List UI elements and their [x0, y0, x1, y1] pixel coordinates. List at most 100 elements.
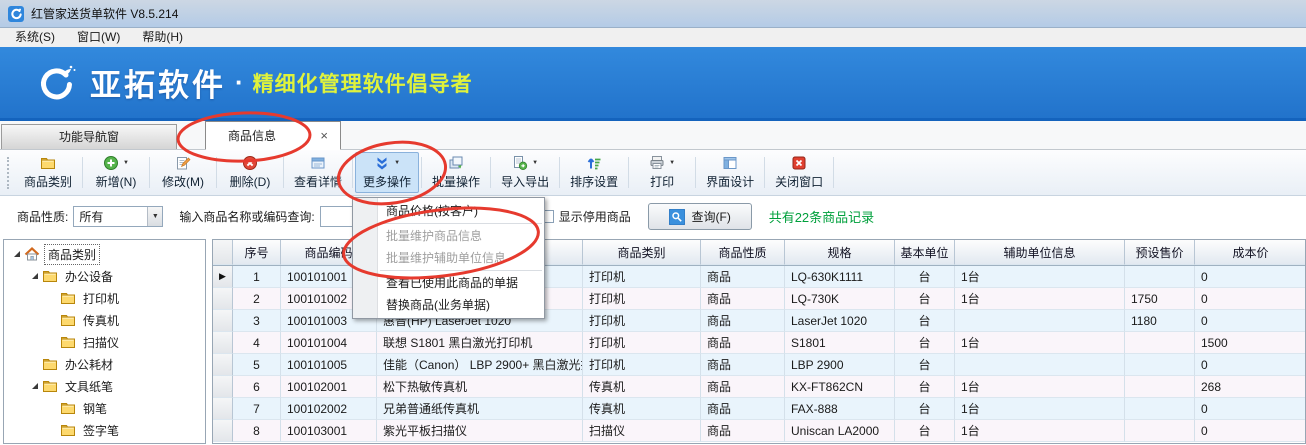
toolbar-button-0[interactable]: 商品类别 — [16, 152, 80, 193]
row-indicator — [213, 420, 233, 442]
menu-item-more-4[interactable]: 替换商品(业务单据) — [353, 294, 544, 316]
toolbar-button-1[interactable]: ▼新增(N) — [85, 152, 147, 193]
expand-icon[interactable] — [32, 273, 38, 279]
tree-item-label: 钢笔 — [80, 399, 110, 418]
batch-icon — [448, 155, 464, 171]
toolbar-separator — [559, 157, 560, 188]
cell-aux: 1台 — [955, 332, 1125, 354]
cell-category: 打印机 — [583, 332, 701, 354]
toolbar-button-7[interactable]: ▼ 导入导出 — [493, 152, 557, 193]
cell-name: 紫光平板扫描仪 — [377, 420, 583, 442]
column-header-spec[interactable]: 规格 — [785, 240, 895, 265]
toolbar-button-2[interactable]: 修改(M) — [152, 152, 214, 193]
toolbar-button-label: 商品类别 — [24, 173, 72, 190]
tree-item-6[interactable]: 文具纸笔 — [4, 375, 205, 397]
toolbar-button-label: 删除(D) — [230, 173, 271, 190]
column-header-xh[interactable]: 序号 — [233, 240, 281, 265]
cell-aux — [955, 354, 1125, 376]
menu-item-more-0[interactable]: 商品价格(按客户) — [353, 200, 544, 222]
column-header-unit[interactable]: 基本单位 — [895, 240, 955, 265]
show-disabled-label: 显示停用商品 — [559, 208, 631, 225]
cell-cost: 0 — [1195, 310, 1306, 332]
column-header-cost[interactable]: 成本价 — [1195, 240, 1306, 265]
cell-xh: 3 — [233, 310, 281, 332]
toolbar-button-9[interactable]: ▼打印 — [631, 152, 693, 193]
tree-item-2[interactable]: 打印机 — [4, 287, 205, 309]
tab-product-info-label: 商品信息 — [228, 127, 276, 144]
tree-item-5[interactable]: 办公耗材 — [4, 353, 205, 375]
table-row[interactable]: 4100101004联想 S1801 黑白激光打印机打印机商品S1801台1台1… — [213, 332, 1305, 354]
tree-item-0[interactable]: 商品类别 — [4, 243, 205, 265]
tab-close-icon[interactable]: × — [320, 128, 328, 143]
cell-price: 1180 — [1125, 310, 1195, 332]
dropdown-caret-icon[interactable]: ▼ — [123, 160, 129, 166]
import-export-icon — [512, 155, 528, 171]
dropdown-caret-icon[interactable]: ▼ — [394, 160, 400, 166]
chevron-down-icon[interactable]: ▼ — [147, 207, 162, 226]
cell-cost: 0 — [1195, 288, 1306, 310]
tree-item-1[interactable]: 办公设备 — [4, 265, 205, 287]
cell-category: 打印机 — [583, 288, 701, 310]
cell-aux: 1台 — [955, 288, 1125, 310]
tab-strip: 功能导航窗 商品信息 × — [0, 118, 1306, 150]
row-indicator — [213, 332, 233, 354]
table-row[interactable]: 6100102001松下热敏传真机传真机商品KX-FT862CN台1台268 — [213, 376, 1305, 398]
cell-category: 打印机 — [583, 310, 701, 332]
toolbar-button-5[interactable]: ▼更多操作 — [355, 152, 419, 193]
toolbar-button-8[interactable]: 排序设置 — [562, 152, 626, 193]
cell-unit: 台 — [895, 288, 955, 310]
table-row[interactable]: 8100103001紫光平板扫描仪扫描仪商品Uniscan LA2000台1台0 — [213, 420, 1305, 442]
cell-name: 联想 S1801 黑白激光打印机 — [377, 332, 583, 354]
menu-separator — [380, 223, 542, 224]
folder-icon — [42, 268, 58, 284]
table-row[interactable]: 5100101005佳能（Canon） LBP 2900+ 黑白激光打印机打印机… — [213, 354, 1305, 376]
search-label: 输入商品名称或编码查询: — [179, 208, 314, 225]
tree-item-label: 扫描仪 — [80, 333, 122, 352]
column-header-aux[interactable]: 辅助单位信息 — [955, 240, 1125, 265]
column-header-nature[interactable]: 商品性质 — [701, 240, 785, 265]
cell-unit: 台 — [895, 420, 955, 442]
toolbar-button-3[interactable]: 删除(D) — [219, 152, 281, 193]
folder-icon — [42, 356, 58, 372]
toolbar-button-label: 导入导出 — [501, 173, 549, 190]
tree-item-label: 打印机 — [80, 289, 122, 308]
cell-price: 1750 — [1125, 288, 1195, 310]
toolbar-button-11[interactable]: 关闭窗口 — [767, 152, 831, 193]
nature-select[interactable]: 所有 ▼ — [73, 206, 163, 227]
cell-spec: LQ-730K — [785, 288, 895, 310]
expand-icon[interactable] — [32, 383, 38, 389]
menu-item-2[interactable]: 帮助(H) — [131, 28, 194, 47]
table-row[interactable]: 7100102002兄弟普通纸传真机传真机商品FAX-888台1台0 — [213, 398, 1305, 420]
dropdown-caret-icon[interactable]: ▼ — [532, 160, 538, 166]
column-header-price[interactable]: 预设售价 — [1125, 240, 1195, 265]
toolbar-button-6[interactable]: 批量操作 — [424, 152, 488, 193]
tab-product-info[interactable]: 商品信息 × — [205, 121, 341, 150]
toolbar-grip[interactable] — [7, 157, 11, 189]
cell-cost: 1500 — [1195, 332, 1306, 354]
cell-xh: 5 — [233, 354, 281, 376]
tree-item-8[interactable]: 签字笔 — [4, 419, 205, 441]
cell-nature: 商品 — [701, 310, 785, 332]
nature-select-value: 所有 — [79, 208, 103, 225]
row-indicator — [213, 310, 233, 332]
column-header-category[interactable]: 商品类别 — [583, 240, 701, 265]
print-icon — [649, 155, 665, 171]
query-button[interactable]: 查询(F) — [648, 203, 752, 230]
tree-item-4[interactable]: 扫描仪 — [4, 331, 205, 353]
toolbar-separator — [421, 157, 422, 188]
toolbar-button-4[interactable]: 查看详情 — [286, 152, 350, 193]
menu-item-0[interactable]: 系统(S) — [4, 28, 66, 47]
toolbar-button-label: 查看详情 — [294, 173, 342, 190]
tree-item-7[interactable]: 钢笔 — [4, 397, 205, 419]
cell-cost: 0 — [1195, 398, 1306, 420]
toolbar-button-label: 批量操作 — [432, 173, 480, 190]
expand-icon[interactable] — [14, 251, 20, 257]
toolbar-separator — [764, 157, 765, 188]
cell-cost: 0 — [1195, 420, 1306, 442]
toolbar-button-10[interactable]: 界面设计 — [698, 152, 762, 193]
tree-item-3[interactable]: 传真机 — [4, 309, 205, 331]
menu-item-1[interactable]: 窗口(W) — [66, 28, 131, 47]
dropdown-caret-icon[interactable]: ▼ — [669, 160, 675, 166]
menu-item-more-3[interactable]: 查看已使用此商品的单据 — [353, 272, 544, 294]
tab-nav-window[interactable]: 功能导航窗 — [1, 124, 177, 149]
